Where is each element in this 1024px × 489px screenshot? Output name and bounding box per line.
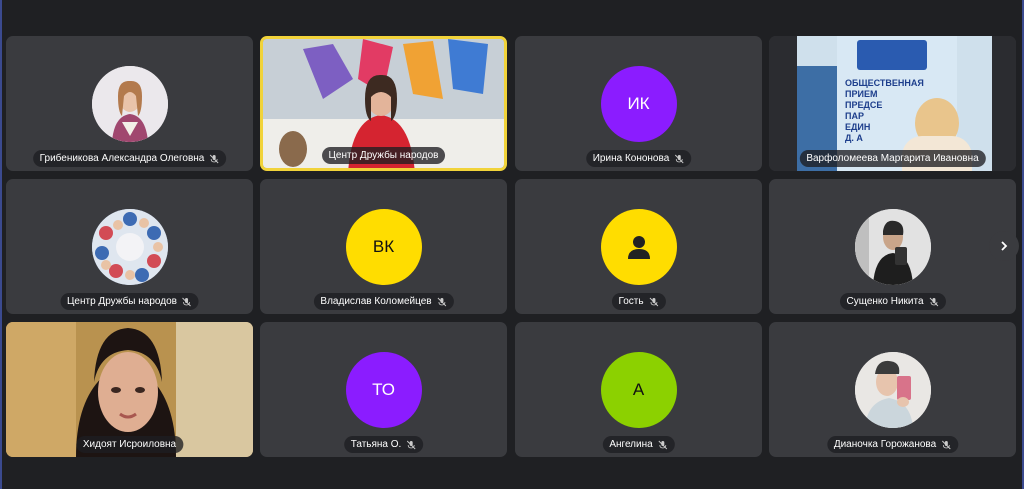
participant-name: Хидоят Исроиловна bbox=[82, 439, 177, 450]
participant-name: Центр Дружбы народов bbox=[67, 296, 177, 307]
participant-tile[interactable]: Грибеникова Александра Олеговна bbox=[6, 36, 253, 171]
participant-avatar bbox=[91, 208, 168, 285]
initials-avatar: ВК bbox=[345, 208, 422, 285]
avatar-initials: А bbox=[632, 379, 645, 399]
window-border-left bbox=[0, 0, 2, 489]
participant-avatar bbox=[854, 208, 931, 285]
participant-name-label: Сущенко Никита bbox=[839, 293, 946, 310]
participant-tile-speaking[interactable]: Центр Дружбы народов bbox=[260, 36, 507, 171]
participant-tile[interactable]: ВК Владислав Коломейцев bbox=[260, 179, 507, 314]
participant-name-label: Татьяна О. bbox=[343, 436, 424, 453]
mic-off-icon bbox=[941, 440, 951, 449]
participant-name-label: Ангелина bbox=[602, 436, 675, 453]
person-photo-icon bbox=[91, 65, 168, 142]
participant-avatar bbox=[91, 65, 168, 142]
mic-off-icon bbox=[674, 154, 684, 163]
mic-off-icon bbox=[406, 440, 416, 449]
participant-tile[interactable]: Дианочка Горожанова bbox=[769, 322, 1016, 457]
participant-name: Центр Дружбы народов bbox=[328, 150, 439, 161]
avatar-initials: ИК bbox=[627, 93, 650, 113]
participant-tile[interactable]: А Ангелина bbox=[515, 322, 762, 457]
participant-tile[interactable]: ТО Татьяна О. bbox=[260, 322, 507, 457]
participant-name: Ирина Кононова bbox=[592, 153, 670, 164]
next-page-button[interactable] bbox=[989, 231, 1019, 261]
person-photo-icon bbox=[854, 208, 931, 285]
participant-name: Гость bbox=[618, 296, 644, 307]
participant-name: Татьяна О. bbox=[350, 439, 402, 450]
avatar-initials: ВК bbox=[372, 236, 395, 256]
initials-avatar: А bbox=[600, 351, 677, 428]
participant-tile[interactable]: ИК Ирина Кононова bbox=[515, 36, 762, 171]
participant-tile[interactable]: Хидоят Исроиловна bbox=[6, 322, 253, 457]
participant-avatar bbox=[854, 351, 931, 428]
participant-name-label: Хидоят Исроиловна bbox=[75, 436, 184, 453]
avatar-initials: ТО bbox=[372, 379, 395, 399]
participant-name-label: Центр Дружбы народов bbox=[321, 147, 446, 164]
participant-name-label: Гость bbox=[611, 293, 666, 310]
mic-off-icon bbox=[182, 297, 192, 306]
participant-name: Ангелина bbox=[609, 439, 653, 450]
participant-name: Владислав Коломейцев bbox=[320, 296, 432, 307]
person-photo-icon bbox=[854, 351, 931, 428]
participant-name: Дианочка Горожанова bbox=[833, 439, 937, 450]
participant-name: Грибеникова Александра Олеговна bbox=[39, 153, 205, 164]
mic-off-icon bbox=[437, 297, 446, 306]
guest-avatar bbox=[600, 208, 677, 285]
group-photo-icon bbox=[91, 208, 168, 285]
mic-off-icon bbox=[649, 297, 658, 306]
participant-name: Сущенко Никита bbox=[846, 296, 924, 307]
participant-tile[interactable]: Гость bbox=[515, 179, 762, 314]
participant-name-label: Дианочка Горожанова bbox=[826, 436, 959, 453]
participant-tile[interactable]: Сущенко Никита bbox=[769, 179, 1016, 314]
participant-name-label: Варфоломеева Маргарита Ивановна bbox=[799, 150, 986, 167]
user-icon bbox=[627, 235, 650, 259]
participant-tile[interactable]: ОБЩЕСТВЕННАЯ ПРИЕМ ПРЕДСЕ ПАР ЕДИН Д. А … bbox=[769, 36, 1016, 171]
participant-tile[interactable]: Центр Дружбы народов bbox=[6, 179, 253, 314]
participant-name-label: Центр Дружбы народов bbox=[60, 293, 199, 310]
participant-name-label: Владислав Коломейцев bbox=[313, 293, 454, 310]
mic-off-icon bbox=[210, 154, 219, 163]
mic-off-icon bbox=[929, 297, 938, 306]
initials-avatar: ТО bbox=[345, 351, 422, 428]
mic-off-icon bbox=[658, 440, 667, 449]
participant-name: Варфоломеева Маргарита Ивановна bbox=[806, 153, 979, 164]
participant-name-label: Грибеникова Александра Олеговна bbox=[32, 150, 227, 167]
participant-name-label: Ирина Кононова bbox=[585, 150, 692, 167]
chevron-right-icon bbox=[1001, 241, 1008, 251]
initials-avatar: ИК bbox=[600, 65, 677, 142]
